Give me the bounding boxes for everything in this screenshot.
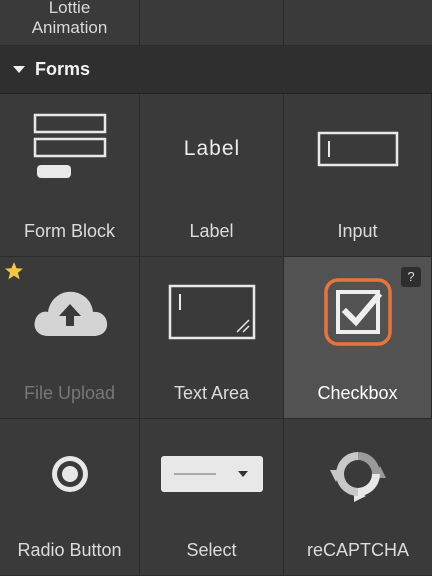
radio-button-icon [0,419,139,529]
form-block-icon [0,94,139,204]
file-upload-label: File Upload [23,383,116,403]
label-element[interactable]: Label Label [140,94,284,257]
top-row-empty-cell-2 [140,0,284,46]
checkbox-label: Checkbox [317,383,398,403]
cloud-upload-icon [0,257,139,367]
form-block-label: Form Block [23,221,115,241]
input-icon [284,94,431,204]
top-row-empty-cell-3 [284,0,432,46]
checkbox-icon [284,257,431,367]
checkbox-element[interactable]: ? Checkbox [284,257,432,419]
section-title: Forms [35,59,91,79]
text-area-icon [140,257,283,367]
label-icon: Label [140,94,283,204]
file-upload-element[interactable]: File Upload [0,257,140,419]
lottie-animation-element[interactable]: Lottie Animation [0,0,140,46]
recaptcha-label: reCAPTCHA [306,540,409,560]
text-area-element[interactable]: Text Area [140,257,284,419]
lottie-label-line1: Lottie [48,0,91,17]
label-label: Label [189,221,234,241]
lottie-animation-label: Lottie Animation [0,0,139,38]
forms-grid: Form Block Label Label Input File Upload… [0,94,432,576]
select-dropdown-icon [140,419,283,529]
top-row: Lottie Animation [0,0,432,46]
select-element[interactable]: Select [140,419,284,576]
input-element[interactable]: Input [284,94,432,257]
input-label: Input [337,221,378,241]
text-area-label: Text Area [173,383,250,403]
radio-button-element[interactable]: Radio Button [0,419,140,576]
label-icon-text: Label [183,137,239,160]
recaptcha-icon [284,419,432,529]
select-label: Select [186,540,237,560]
recaptcha-element[interactable]: reCAPTCHA [284,419,432,576]
caret-down-icon[interactable] [13,66,25,73]
form-block-element[interactable]: Form Block [0,94,140,257]
lottie-label-line2: Animation [31,18,108,37]
radio-button-label: Radio Button [17,540,122,560]
forms-section-header[interactable]: Forms [0,46,432,94]
